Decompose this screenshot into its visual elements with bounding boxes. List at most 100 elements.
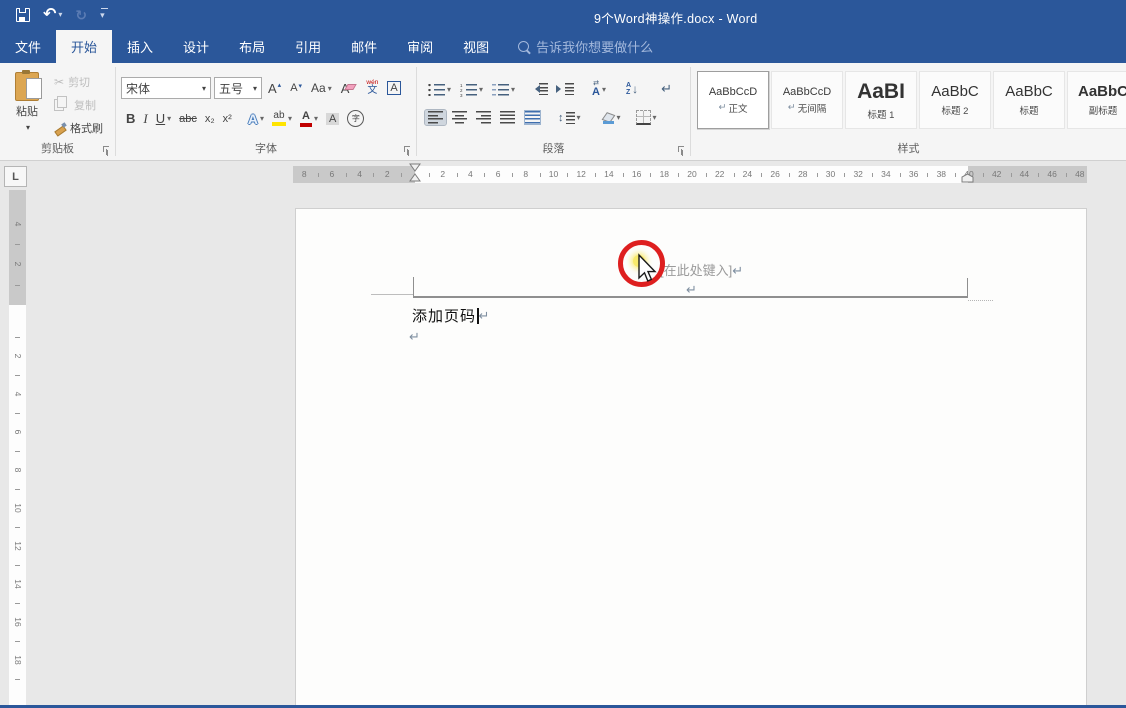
clipboard-dialog-launcher[interactable]	[103, 146, 112, 155]
enclose-characters-button[interactable]: 字	[344, 109, 367, 128]
ruler-tick	[650, 172, 652, 177]
style-subtitle[interactable]: AaBbC 副标题	[1067, 71, 1126, 129]
ruler-tick	[733, 172, 735, 177]
redo-button[interactable]	[75, 8, 87, 23]
bullets-button[interactable]	[425, 82, 454, 97]
ruler-number: 20	[687, 169, 697, 179]
tab-layout[interactable]: 布局	[224, 30, 280, 63]
ruler-tick	[428, 172, 430, 177]
scissors-icon	[54, 75, 64, 89]
boundary-corner-left	[413, 277, 414, 298]
shrink-font-button[interactable]: A	[287, 82, 305, 95]
tab-home[interactable]: 开始	[56, 30, 113, 63]
multilevel-list-button[interactable]	[489, 82, 518, 97]
copy-button[interactable]: 复制	[52, 96, 105, 114]
tab-selector[interactable]: L	[4, 166, 27, 187]
v-ruler[interactable]: 4 2 2 4 6 8 10 12 14 16 18	[9, 190, 26, 708]
ruler-tick	[15, 375, 20, 376]
search-placeholder: 告诉我你想要做什么	[536, 40, 654, 55]
boundary-corner-right	[967, 278, 968, 298]
text-effects-button[interactable]: A	[245, 110, 267, 128]
subscript-button[interactable]: x₂	[202, 112, 218, 126]
tab-insert[interactable]: 插入	[112, 30, 168, 63]
style-heading-1[interactable]: AaBI 标题 1	[845, 71, 917, 129]
style-normal[interactable]: AaBbCcD ↵ 正文	[697, 71, 769, 129]
ruler-number: 12	[12, 541, 23, 551]
distribute-button[interactable]	[521, 109, 544, 126]
paragraph-group: ⇄A AZ 段落	[417, 63, 690, 160]
borders-button[interactable]	[633, 109, 660, 126]
hanging-indent-marker[interactable]	[409, 173, 421, 182]
ruler-number: 14	[12, 579, 23, 589]
italic-button[interactable]: I	[140, 111, 150, 126]
ruler-tick	[788, 172, 790, 177]
line-spacing-button[interactable]	[555, 111, 584, 125]
paste-button[interactable]: 粘贴	[5, 70, 49, 150]
style-no-spacing[interactable]: AaBbCcD ↵ 无间隔	[771, 71, 843, 129]
phonetic-guide-button[interactable]: wén 文	[363, 79, 381, 98]
align-center-button[interactable]	[449, 110, 470, 125]
show-marks-button[interactable]	[658, 80, 675, 98]
format-painter-button[interactable]: 格式刷	[52, 119, 105, 137]
paragraph-dialog-launcher[interactable]	[678, 146, 687, 155]
qat-customize-button[interactable]: ▾	[100, 7, 108, 20]
ruler-number: 32	[853, 169, 863, 179]
font-dialog-launcher[interactable]	[404, 146, 413, 155]
save-button[interactable]	[16, 8, 30, 22]
tab-mailings[interactable]: 邮件	[336, 30, 392, 63]
paste-icon	[15, 70, 42, 101]
ruler-tick	[1065, 172, 1067, 177]
ruler-tick	[1038, 172, 1040, 177]
asian-layout-button[interactable]: ⇄ A	[589, 79, 609, 99]
ruler-tick	[15, 284, 20, 286]
underline-button[interactable]: U	[153, 111, 174, 126]
font-size-combobox[interactable]: 五号	[214, 77, 262, 99]
highlight-button[interactable]: ab	[269, 110, 295, 127]
align-right-button[interactable]	[473, 110, 494, 125]
change-case-button[interactable]: Aa	[308, 81, 335, 95]
bold-button[interactable]: B	[123, 111, 138, 126]
justify-button[interactable]	[497, 110, 518, 125]
style-title[interactable]: AaBbC 标题	[993, 71, 1065, 129]
tab-design[interactable]: 设计	[168, 30, 224, 63]
character-border-button[interactable]: A	[384, 80, 403, 96]
grow-font-button[interactable]: A	[265, 81, 284, 96]
right-indent-marker[interactable]	[961, 173, 974, 183]
header-placeholder[interactable]: [在此处键入]↵	[660, 260, 743, 279]
font-color-icon: A	[300, 110, 312, 127]
styles-group: AaBbCcD ↵ 正文 AaBbCcD ↵ 无间隔 AaBI 标题 1 AaBbC…	[691, 63, 1126, 160]
ruler-tick	[15, 641, 20, 642]
character-shading-button[interactable]: A	[323, 112, 342, 126]
tab-file[interactable]: 文件	[0, 30, 56, 63]
tab-references[interactable]: 引用	[280, 30, 336, 63]
ruler-number: 6	[12, 429, 23, 435]
superscript-button[interactable]: x²	[220, 112, 235, 126]
numbering-button[interactable]	[457, 82, 486, 98]
cut-button[interactable]: 剪切	[52, 73, 105, 91]
undo-button[interactable]	[43, 7, 62, 23]
font-name-combobox[interactable]: 宋体	[121, 77, 211, 99]
ruler-number: 38	[936, 169, 947, 179]
decrease-indent-button[interactable]	[528, 82, 551, 96]
ribbon: 粘贴 剪切 复制 格式刷 剪贴板 宋体 五号 A A Aa A wén文	[0, 63, 1126, 161]
word-window: ▾ 9个Word神操作.docx - Word 文件 开始 插入 设计 布局 引…	[0, 0, 1126, 708]
tell-me-search[interactable]: 告诉我你想要做什么	[518, 30, 653, 63]
ruler-number: 8	[301, 169, 307, 179]
align-left-button[interactable]	[424, 109, 447, 126]
ruler-number: 28	[798, 169, 808, 179]
paste-dropdown[interactable]	[24, 121, 30, 133]
sort-button[interactable]: AZ	[623, 81, 641, 97]
first-line-indent-marker[interactable]	[409, 163, 421, 172]
shading-button[interactable]	[599, 111, 624, 125]
style-heading-2[interactable]: AaBbC 标题 2	[919, 71, 991, 129]
font-color-button[interactable]: A	[297, 110, 321, 128]
tab-view[interactable]: 视图	[448, 30, 504, 63]
body-text-line[interactable]: 添加页码 ↵	[412, 305, 490, 326]
strikethrough-button[interactable]: abc	[176, 112, 200, 126]
increase-indent-button[interactable]	[554, 82, 577, 96]
clear-formatting-button[interactable]: A	[338, 81, 353, 96]
tab-review[interactable]: 审阅	[392, 30, 448, 63]
ruler-number: 48	[1075, 169, 1085, 179]
highlight-icon: ab	[271, 111, 286, 126]
ruler-number: 8	[523, 169, 529, 179]
